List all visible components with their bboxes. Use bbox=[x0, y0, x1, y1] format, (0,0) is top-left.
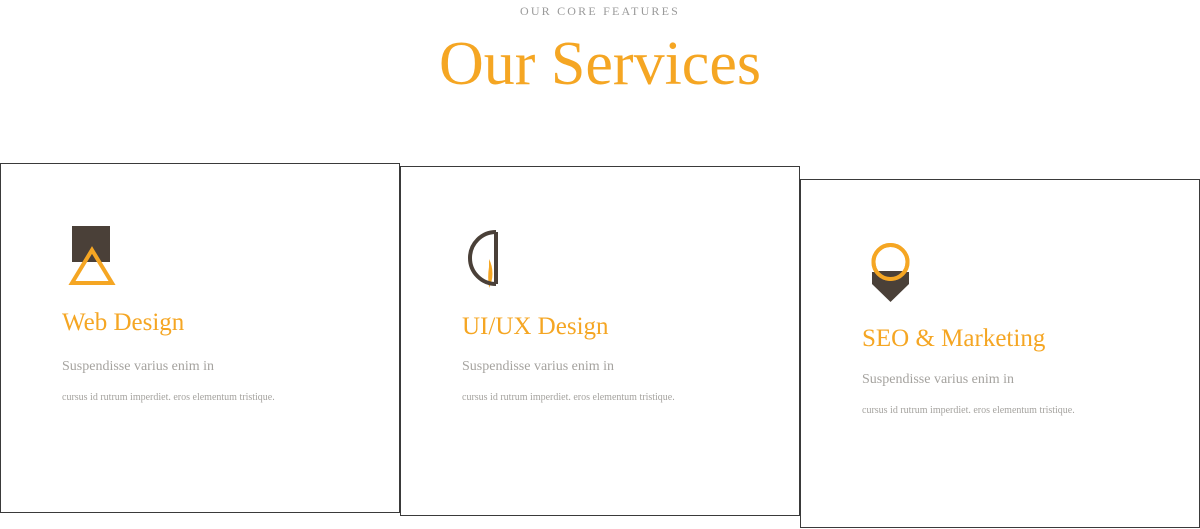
service-card-seo-marketing: SEO & Marketing Suspendisse varius enim … bbox=[800, 179, 1200, 528]
service-title: Web Design bbox=[62, 309, 185, 336]
ring-diamond-icon bbox=[871, 243, 910, 302]
half-circles-icon bbox=[468, 230, 498, 288]
service-title: UI/UX Design bbox=[462, 313, 609, 340]
service-description: cursus id rutrum imperdiet. eros element… bbox=[62, 392, 275, 403]
service-lead: Suspendisse varius enim in bbox=[462, 359, 615, 374]
service-card-web-design: Web Design Suspendisse varius enim in cu… bbox=[0, 163, 400, 513]
service-title: SEO & Marketing bbox=[862, 325, 1046, 352]
section-eyebrow: OUR CORE FEATURES bbox=[519, 4, 681, 18]
square-triangle-icon bbox=[68, 226, 116, 285]
service-lead: Suspendisse varius enim in bbox=[62, 359, 215, 374]
section-title: Our Services bbox=[439, 30, 761, 98]
service-lead: Suspendisse varius enim in bbox=[862, 372, 1015, 387]
service-description: cursus id rutrum imperdiet. eros element… bbox=[462, 392, 675, 403]
service-card-ui-ux-design: UI/UX Design Suspendisse varius enim in … bbox=[400, 166, 800, 516]
service-description: cursus id rutrum imperdiet. eros element… bbox=[862, 405, 1075, 416]
